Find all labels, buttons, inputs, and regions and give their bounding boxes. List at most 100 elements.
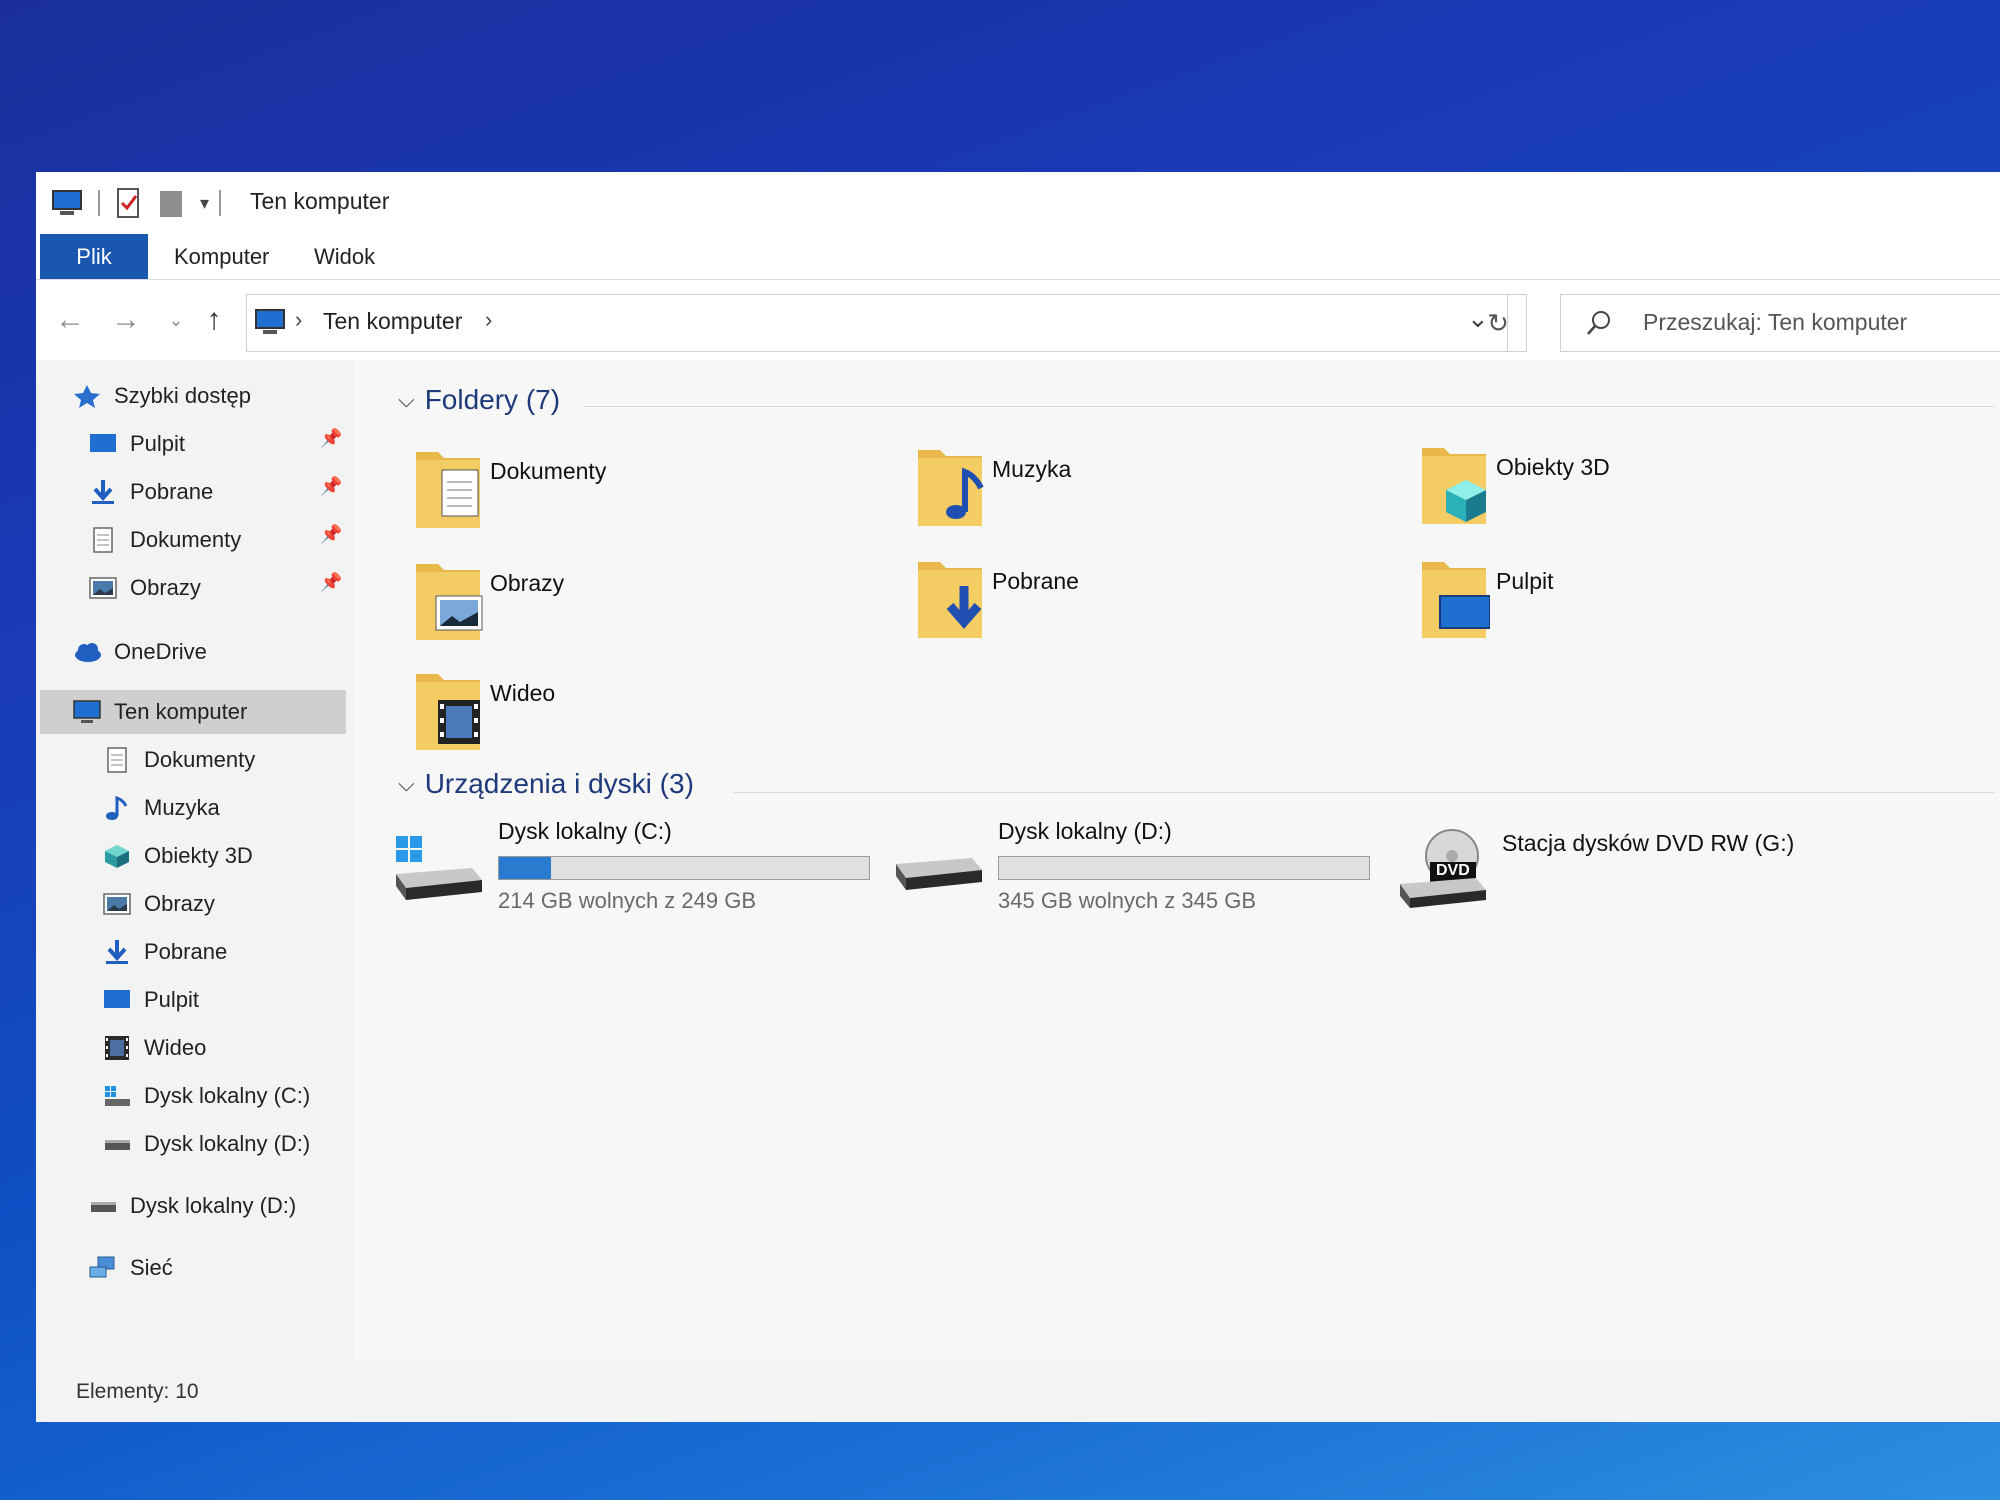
tab-view[interactable]: Widok [286,234,403,279]
nav-pc-music-label: Muzyka [144,795,220,820]
windows-drive-icon [105,1086,130,1106]
nav-drive-d[interactable]: Dysk lokalny (D:) [88,1184,296,1228]
nav-pc-desktop[interactable]: Pulpit [102,978,199,1022]
folder-music[interactable]: Muzyka [896,438,1366,538]
breadcrumb-chevron-icon[interactable]: › [485,307,492,333]
nav-pc-documents[interactable]: Dokumenty [102,738,255,782]
nav-quick-access[interactable]: Szybki dostęp [72,374,251,418]
tab-computer[interactable]: Komputer [146,234,297,279]
breadcrumb-separator-icon[interactable]: › [295,307,302,333]
drive-c[interactable]: Dysk lokalny (C:) 214 GB wolnych z 249 G… [386,812,870,922]
recent-locations-chevron-icon[interactable]: ⌄ [156,300,196,340]
document-icon [93,527,113,553]
nav-pc-downloads-label: Pobrane [144,939,228,964]
nav-pc-3d-objects[interactable]: Obiekty 3D [102,834,253,878]
pin-icon[interactable]: 📌 [320,524,342,545]
folder-desktop-label: Pulpit [1496,568,1554,594]
up-arrow-icon[interactable]: ↑ [194,300,234,340]
drive-dvd-name: Stacja dysków DVD RW (G:) [1502,830,1795,856]
drive-d-free-space: 345 GB wolnych z 345 GB [998,888,1257,913]
folder-3d-objects[interactable]: Obiekty 3D [1400,436,1870,536]
nav-this-pc[interactable]: Ten komputer [40,690,346,734]
drive-c-usage-fill [499,857,551,879]
nav-quick-documents[interactable]: Dokumenty [88,518,241,562]
tab-file[interactable]: Plik [40,234,148,279]
cube-icon [105,845,129,868]
drive-icon [105,1140,130,1150]
group-divider [734,792,1994,793]
search-icon [1587,311,1610,335]
search-box[interactable]: Przeszukaj: Ten komputer [1560,294,2000,352]
folder-pictures[interactable]: Obrazy [394,552,864,652]
folder-documents[interactable]: Dokumenty [394,440,864,540]
nav-network[interactable]: Sieć [88,1246,173,1290]
new-folder-icon[interactable] [154,187,188,219]
documents-folder-icon [416,452,480,528]
address-field[interactable]: › Ten komputer › ⌄ [246,294,1508,352]
video-folder-icon [416,674,480,750]
folder-downloads[interactable]: Pobrane [896,550,1366,650]
ribbon: Plik Komputer Widok [36,234,2000,280]
status-bar: Elementy: 10 [36,1362,2000,1422]
address-bar-area: ← → ⌄ ↑ › Ten komputer › ⌄ ↻ Przeszukaj:… [36,280,2000,360]
refresh-icon[interactable]: ↻ [1470,294,1527,352]
folders-group-header[interactable]: ⌵ Foldery (7) [398,384,560,416]
nav-quick-downloads[interactable]: Pobrane [88,470,213,514]
nav-onedrive[interactable]: OneDrive [72,630,207,674]
picture-icon [89,577,117,599]
music-note-icon [106,795,128,820]
music-folder-icon [918,450,984,526]
folder-3d-objects-label: Obiekty 3D [1496,454,1610,480]
file-explorer-window: ▾ Ten komputer Plik Komputer Widok ← → ⌄… [36,172,2000,1422]
breadcrumb-this-pc[interactable]: Ten komputer [323,308,462,335]
pin-icon[interactable]: 📌 [320,428,342,449]
nav-pc-3d-objects-label: Obiekty 3D [144,843,253,868]
nav-pc-pictures[interactable]: Obrazy [102,882,215,926]
document-icon [107,747,127,773]
drive-d-usage-bar [998,856,1370,880]
drive-d[interactable]: Dysk lokalny (D:) 345 GB wolnych z 345 G… [886,812,1370,922]
dvd-logo-text: DVD [1436,862,1470,879]
properties-icon[interactable] [114,187,142,219]
folder-pictures-label: Obrazy [490,570,565,596]
nav-pc-pictures-label: Obrazy [144,891,215,916]
nav-quick-desktop[interactable]: Pulpit [88,422,185,466]
nav-pc-drive-d-label: Dysk lokalny (D:) [144,1131,311,1156]
devices-group-header[interactable]: ⌵ Urządzenia i dyski (3) [398,768,694,800]
download-arrow-icon [92,480,114,504]
drive-dvd[interactable]: DVD Stacja dysków DVD RW (G:) [1390,812,1870,922]
nav-pc-desktop-label: Pulpit [144,987,200,1012]
drive-d-name: Dysk lokalny (D:) [998,818,1172,844]
collapse-chevron-icon[interactable]: ⌵ [398,771,415,797]
pictures-folder-icon [416,564,483,640]
nav-drive-d-label: Dysk lokalny (D:) [130,1193,297,1218]
nav-quick-access-label: Szybki dostęp [114,383,251,408]
collapse-chevron-icon[interactable]: ⌵ [398,387,415,413]
drive-c-name: Dysk lokalny (C:) [498,818,672,844]
pin-icon[interactable]: 📌 [320,476,342,497]
windows-drive-icon [396,836,482,900]
nav-pc-music[interactable]: Muzyka [102,786,220,830]
nav-pc-video[interactable]: Wideo [102,1026,206,1070]
nav-pc-drive-c[interactable]: Dysk lokalny (C:) [102,1074,310,1118]
picture-icon [103,893,131,915]
nav-quick-pictures[interactable]: Obrazy [88,566,201,610]
nav-pc-downloads[interactable]: Pobrane [102,930,227,974]
nav-pc-drive-d[interactable]: Dysk lokalny (D:) [102,1122,310,1166]
folder-documents-label: Dokumenty [490,458,607,484]
network-icon [89,1256,115,1278]
back-arrow-icon[interactable]: ← [50,300,90,340]
item-count: Elementy: 10 [76,1380,199,1403]
content-pane: ⌵ Foldery (7) Dokumenty Muzyka Obiekty 3… [354,360,2000,1360]
customize-toolbar-chevron-icon[interactable]: ▾ [200,193,209,214]
drive-icon [91,1202,116,1212]
nav-quick-documents-label: Dokumenty [130,527,242,552]
folder-video-label: Wideo [490,680,556,706]
folder-video[interactable]: Wideo [394,662,864,762]
folder-music-label: Muzyka [992,456,1072,482]
devices-group-title: Urządzenia i dyski (3) [424,768,694,799]
forward-arrow-icon[interactable]: → [106,300,146,340]
nav-pc-video-label: Wideo [144,1035,207,1060]
pin-icon[interactable]: 📌 [320,572,342,593]
folder-desktop[interactable]: Pulpit [1400,550,1870,650]
